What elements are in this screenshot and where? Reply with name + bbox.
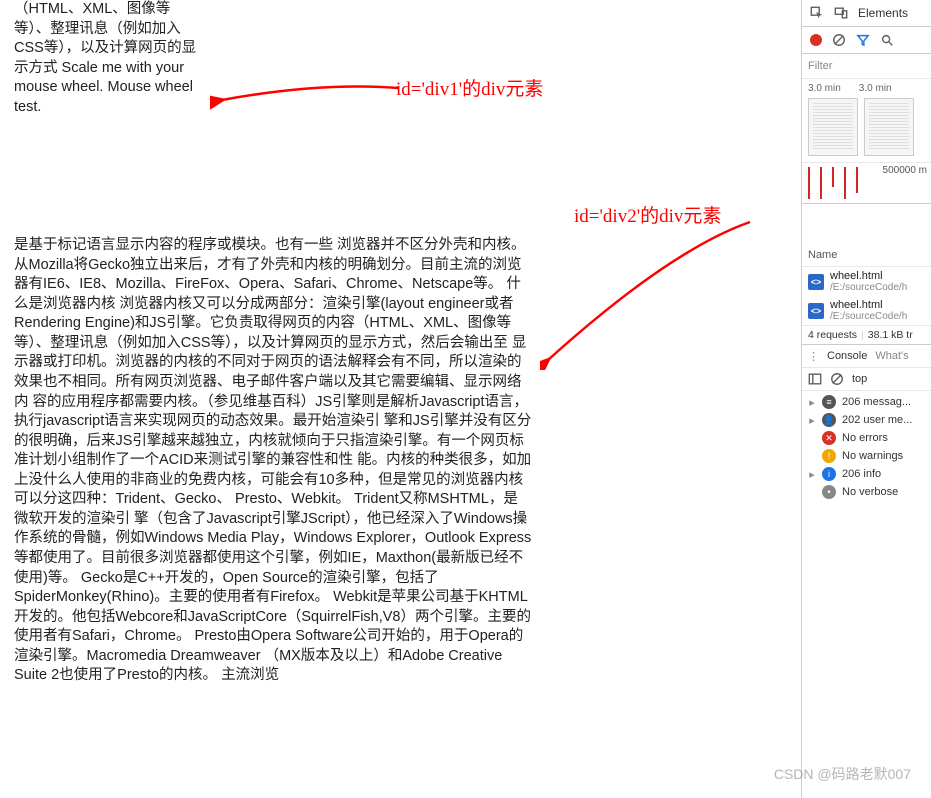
devtools-panel: Elements Filter 3.0 min 3.0 min 500000 m…: [801, 0, 931, 798]
div1-horizontal-scrollbar[interactable]: [14, 198, 200, 214]
settings-search-icon[interactable]: [880, 33, 894, 47]
filter-verbose[interactable]: •No verbose: [802, 483, 931, 501]
div2-scrollbox[interactable]: 是基于标记语言显示内容的程序或模块。也有一些 浏览器并不区分外壳和内核。从Moz…: [14, 236, 532, 794]
arrow-to-div1-icon: [210, 70, 410, 120]
network-row[interactable]: <> wheel.html /E:/sourceCode/h: [802, 267, 931, 296]
flame-bars-icon: [808, 167, 858, 199]
network-status-bar: 4 requests | 38.1 kB tr: [802, 325, 931, 345]
inspect-icon[interactable]: [810, 6, 824, 20]
network-name-header[interactable]: Name: [802, 244, 931, 267]
filter-all-messages[interactable]: ▸≡206 messag...: [802, 393, 931, 411]
timeline-times: 3.0 min 3.0 min: [802, 79, 931, 94]
div1-scrollbox[interactable]: （HTML、XML、图像等等）、整理讯息（例如加入CSS等），以及计算网页的显示…: [14, 0, 202, 198]
div1-text: （HTML、XML、图像等等）、整理讯息（例如加入CSS等），以及计算网页的显示…: [14, 1, 196, 115]
console-message-filters: ▸≡206 messag... ▸👤202 user me... ✕No err…: [802, 391, 931, 503]
file-html-icon: <>: [808, 303, 824, 319]
filter-info[interactable]: ▸i206 info: [802, 465, 931, 483]
file-name: wheel.html: [830, 299, 907, 311]
file-path: /E:/sourceCode/h: [830, 311, 907, 322]
network-row[interactable]: <> wheel.html /E:/sourceCode/h: [802, 296, 931, 325]
timeline-thumbnails[interactable]: [802, 94, 931, 162]
clear-icon[interactable]: [832, 33, 846, 47]
filter-input[interactable]: Filter: [802, 54, 931, 79]
tab-whats-new[interactable]: What's: [875, 350, 908, 362]
arrow-to-div2-icon: [540, 210, 770, 370]
filter-warnings[interactable]: !No warnings: [802, 447, 931, 465]
flame-label: 500000 m: [883, 165, 927, 176]
file-html-icon: <>: [808, 274, 824, 290]
sidebar-toggle-icon[interactable]: [808, 372, 822, 386]
context-top[interactable]: top: [852, 373, 867, 385]
screenshot-thumb[interactable]: [864, 98, 914, 156]
console-context-bar: top: [802, 368, 931, 391]
filter-placeholder: Filter: [808, 60, 832, 72]
file-name: wheel.html: [830, 270, 907, 282]
clear-console-icon[interactable]: [830, 372, 844, 386]
file-path: /E:/sourceCode/h: [830, 282, 907, 293]
filter-user-messages[interactable]: ▸👤202 user me...: [802, 411, 931, 429]
requests-count: 4 requests: [808, 329, 857, 341]
filter-errors[interactable]: ✕No errors: [802, 429, 931, 447]
time-b: 3.0 min: [859, 83, 892, 94]
tab-console[interactable]: Console: [827, 350, 867, 362]
flame-strip[interactable]: 500000 m: [802, 162, 931, 204]
tab-elements[interactable]: Elements: [858, 6, 908, 20]
time-a: 3.0 min: [808, 83, 841, 94]
transferred-size: 38.1 kB tr: [868, 329, 913, 341]
screenshot-thumb[interactable]: [808, 98, 858, 156]
div2-text: 是基于标记语言显示内容的程序或模块。也有一些 浏览器并不区分外壳和内核。从Moz…: [14, 237, 531, 683]
devtools-tabbar: Elements: [802, 0, 931, 27]
drawer-tabs: ⋮ Console What's: [802, 345, 931, 368]
annotation-div1-label: id='div1'的div元素: [396, 74, 543, 101]
annotation-div2-label: id='div2'的div元素: [574, 201, 721, 228]
page-content: （HTML、XML、图像等等）、整理讯息（例如加入CSS等），以及计算网页的显示…: [0, 0, 798, 798]
record-icon[interactable]: [810, 34, 822, 46]
recording-toolbar: [802, 27, 931, 54]
drawer-menu-icon[interactable]: ⋮: [808, 350, 819, 363]
filter-icon[interactable]: [856, 33, 870, 47]
device-toggle-icon[interactable]: [834, 6, 848, 20]
